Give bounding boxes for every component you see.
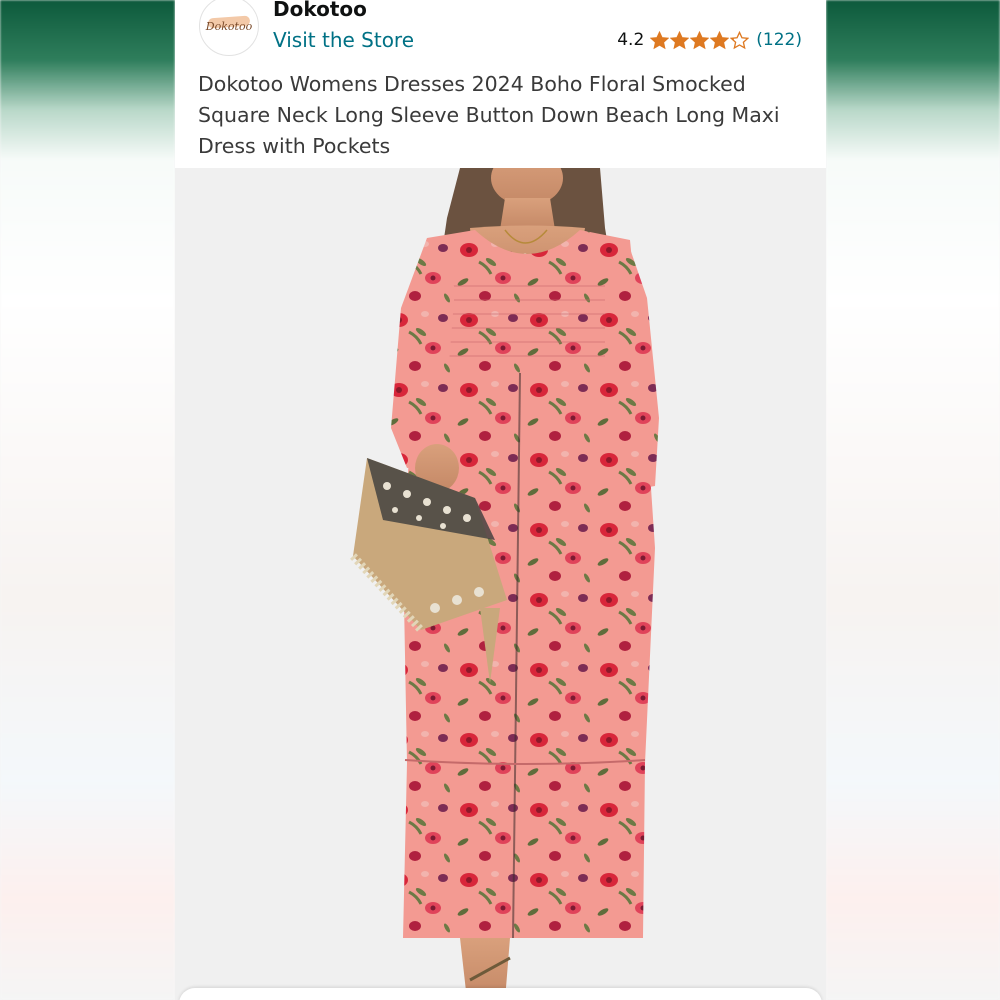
phone-screen: Dokotoo Dokotoo Visit the Store 4.2 (122… [175,0,826,1000]
rating-value: 4.2 [617,30,645,50]
star-full-icon [670,30,690,49]
product-title: Dokotoo Womens Dresses 2024 Boho Floral … [198,72,780,158]
brand-name: Dokotoo [273,0,367,21]
star-full-icon [650,30,670,49]
product-image[interactable] [175,150,826,1000]
rating-summary[interactable]: 4.2 (122) [617,30,802,50]
visit-store-link[interactable]: Visit the Store [273,28,414,52]
store-logo[interactable]: Dokotoo [199,0,259,56]
star-full-icon [690,30,710,49]
product-header: Dokotoo Dokotoo Visit the Store 4.2 (122… [175,0,826,168]
star-partial-icon [730,30,750,49]
background-left [0,0,175,1000]
background-right [826,0,1000,1000]
logo-text: Dokotoo [205,19,253,33]
product-photo [350,150,659,1000]
bottom-sheet[interactable] [179,988,822,1000]
rating-count[interactable]: (122) [756,30,802,50]
star-full-icon [710,30,730,49]
star-rating [650,30,750,50]
